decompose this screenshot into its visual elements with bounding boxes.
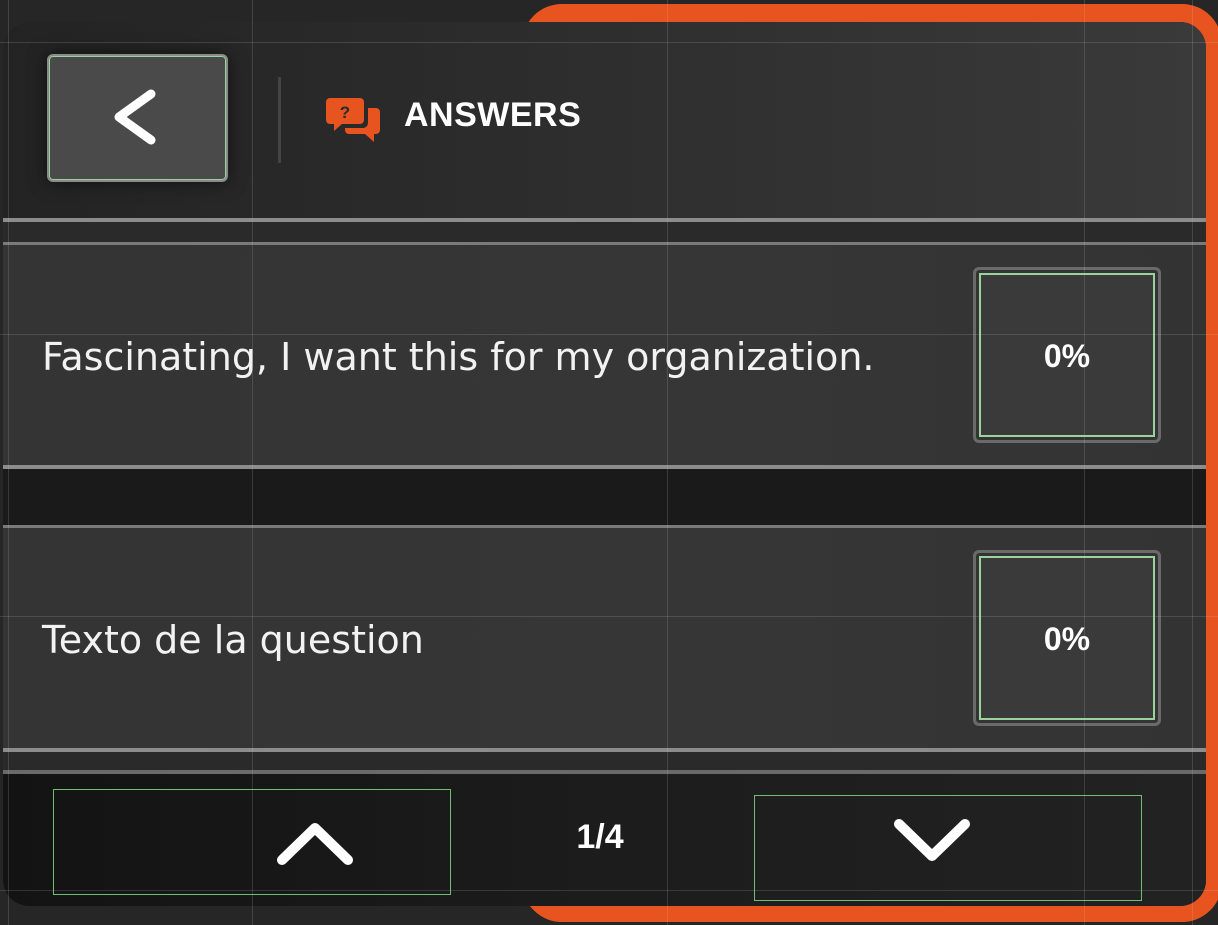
chevron-left-icon [114,89,156,145]
answer-percent-value: 0% [1043,621,1091,657]
row-gap [3,469,1206,525]
stage: ? ANSWERS Fascinating, I want this for m… [0,0,1218,925]
page-title: ANSWERS [404,96,582,134]
pagination-bar: 1/4 [3,774,1206,906]
page-indicator: 1/4 [576,818,624,856]
previous-page-button[interactable] [53,789,451,895]
header-divider [278,77,281,163]
answer-percent-badge: 0% [973,550,1161,726]
chevron-up-icon [277,823,353,865]
next-page-button[interactable] [754,795,1142,901]
question-bubbles-icon: ? [326,98,380,142]
footer-gap [3,752,1206,770]
back-button[interactable] [47,54,228,182]
answer-text: Fascinating, I want this for my organiza… [42,335,875,379]
svg-text:?: ? [340,103,350,122]
answer-percent-badge: 0% [973,267,1161,443]
answer-percent-value: 0% [1043,338,1091,374]
answer-row[interactable]: Fascinating, I want this for my organiza… [3,245,1206,465]
header-gap [3,222,1206,242]
answers-panel: ? ANSWERS Fascinating, I want this for m… [3,22,1206,906]
answer-row[interactable]: Texto de la question 0% [3,528,1206,748]
answer-text: Texto de la question [42,618,424,662]
chevron-down-icon [894,819,970,861]
panel-header: ? ANSWERS [3,22,1206,218]
